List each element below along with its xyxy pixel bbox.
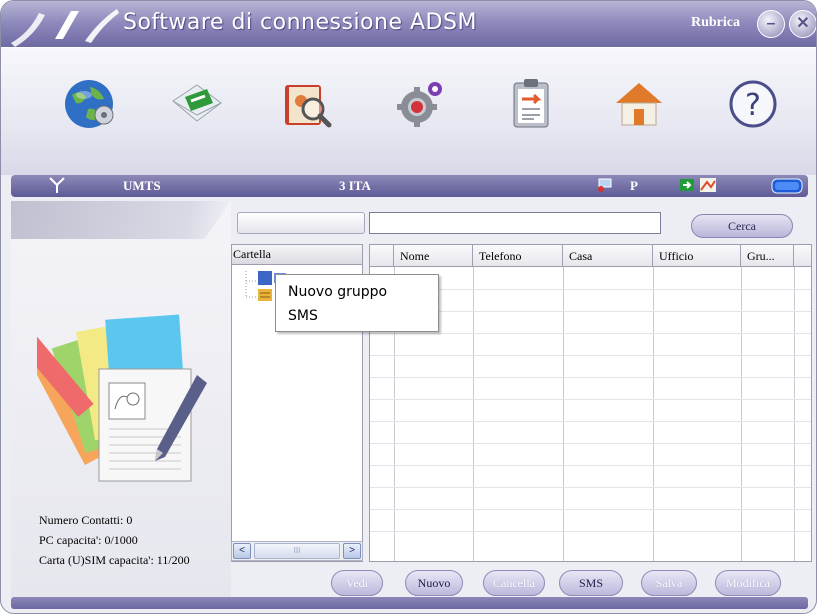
operator-name: 3 ITA (339, 178, 371, 193)
sms-button[interactable]: SMS (559, 570, 623, 596)
sim-folder-icon (258, 289, 272, 301)
sms-tool-button[interactable] (164, 72, 228, 136)
bottom-strip (11, 597, 808, 609)
sim-capacity: Carta (U)SIM capacita': 11/200 (39, 553, 190, 567)
scroll-thumb[interactable]: III (254, 543, 340, 559)
battery-icon (771, 178, 803, 198)
phonebook-search-icon (285, 85, 332, 128)
column-header[interactable]: Ufficio (653, 245, 741, 267)
roaming-indicator: P (630, 178, 638, 193)
column-header[interactable]: Nome (394, 245, 473, 267)
connection-status-icon (597, 177, 613, 197)
message-icon (699, 177, 717, 197)
close-button[interactable]: ✕ (789, 10, 816, 38)
home-icon (616, 83, 662, 126)
search-input[interactable] (369, 212, 661, 234)
globe-connect-icon (65, 80, 114, 128)
row-selector-header (370, 245, 394, 267)
table-header: Nome Telefono Casa Ufficio Gru... (370, 245, 811, 267)
title-bar[interactable]: Software di connessione ADSM Rubrica – ✕ (1, 1, 816, 47)
connect-tool-button[interactable] (57, 72, 121, 136)
app-title: Software di connessione ADSM (123, 10, 477, 35)
contacts-count: Numero Contatti: 0 (39, 513, 133, 527)
minimize-icon: – (766, 15, 776, 32)
pc-capacity: PC capacita': 0/1000 (39, 533, 138, 547)
phonebook-tool-button[interactable] (274, 72, 338, 136)
phone-folder-icon (258, 271, 272, 285)
close-icon: ✕ (796, 15, 810, 32)
column-header[interactable]: Casa (563, 245, 653, 267)
save-button[interactable]: Salva (641, 570, 697, 596)
view-button[interactable]: Vedi (331, 570, 383, 596)
address-book-illustration-icon (37, 314, 207, 482)
tree-header: Cartella (232, 245, 362, 265)
edit-button[interactable]: Modifica (715, 570, 781, 596)
column-header[interactable]: Gru... (741, 245, 794, 267)
home-tool-button[interactable] (607, 72, 671, 136)
delete-button[interactable]: Cancella (483, 570, 545, 596)
menu-item-sms[interactable]: SMS (288, 308, 318, 324)
menu-item-new-group[interactable]: Nuovo gruppo (288, 284, 387, 300)
scroll-left-button[interactable]: < (233, 543, 251, 559)
settings-tool-button[interactable] (388, 72, 452, 136)
panel-banner (11, 201, 231, 239)
tree-horizontal-scrollbar[interactable]: < III > (231, 541, 363, 561)
app-window: Software di connessione ADSM Rubrica – ✕ (0, 0, 817, 614)
new-button[interactable]: Nuovo (405, 570, 463, 596)
transfer-icon (679, 177, 695, 197)
svg-text:?: ? (745, 88, 761, 123)
network-type: UMTS (123, 178, 161, 193)
help-icon: ? (729, 80, 777, 128)
clipboard-tool-button[interactable] (499, 72, 563, 136)
context-menu: Nuovo gruppo SMS (275, 274, 439, 332)
settings-gear-icon (397, 82, 442, 127)
search-field-selector[interactable] (237, 212, 365, 234)
help-tool-button[interactable]: ? (721, 72, 785, 136)
clipboard-icon (513, 79, 549, 128)
status-bar: UMTS 3 ITA P (11, 175, 808, 197)
sms-envelope-icon (172, 84, 222, 122)
search-button[interactable]: Cerca (691, 214, 793, 238)
signal-icon (49, 176, 65, 198)
main-toolbar: ? (1, 47, 816, 175)
section-title: Rubrica (691, 15, 740, 30)
column-header[interactable]: Telefono (473, 245, 563, 267)
scroll-right-button[interactable]: > (343, 543, 361, 559)
info-panel: Numero Contatti: 0 PC capacita': 0/1000 … (11, 201, 231, 597)
minimize-button[interactable]: – (757, 10, 785, 38)
logo-swoosh-icon (11, 9, 119, 47)
